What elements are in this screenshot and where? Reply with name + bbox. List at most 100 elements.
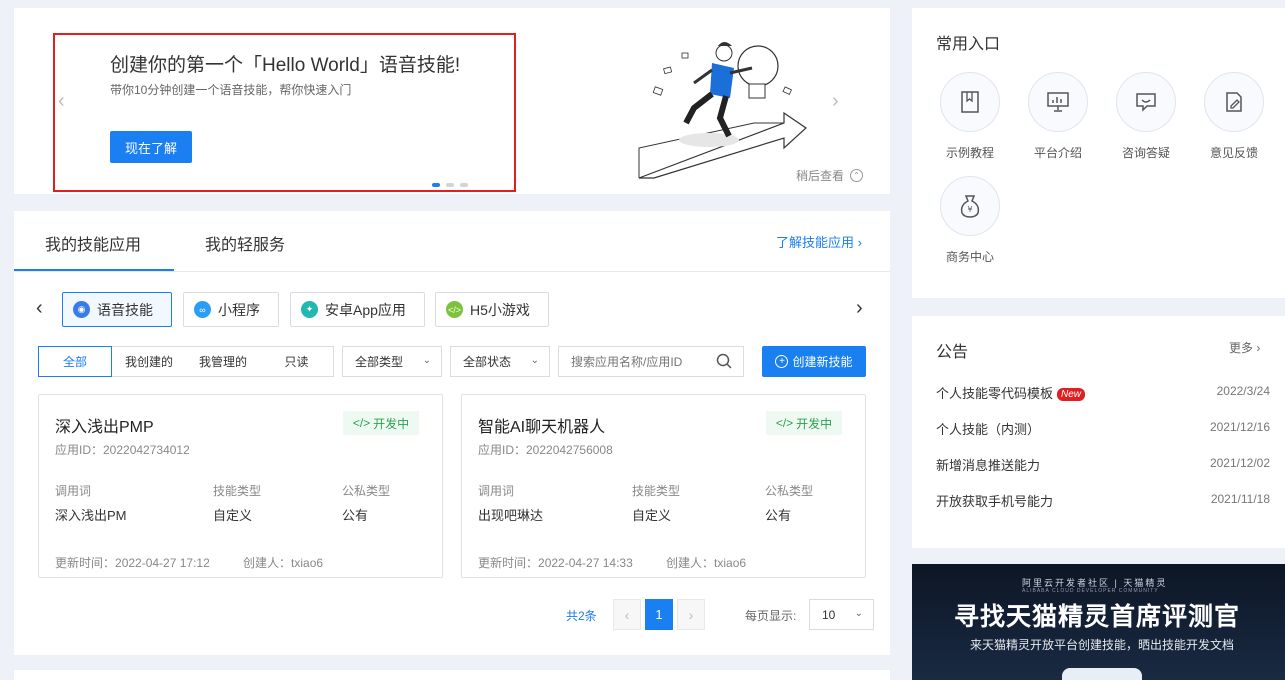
quick-entry-label: 商务中心: [945, 250, 994, 264]
promo-top-subline: ALIBABA CLOUD DEVELOPER COMMUNITY: [1022, 588, 1159, 594]
announcement-date: 2022/3/24: [1216, 384, 1270, 398]
app-name: 深入浅出PMP: [55, 419, 154, 436]
presentation-icon: [1028, 72, 1088, 132]
updated-label: 更新时间：: [478, 556, 539, 570]
status-label: 开发中: [796, 416, 833, 431]
per-page-label: 每页显示:: [745, 609, 797, 623]
updated-value: 2022-04-27 14:33: [538, 556, 633, 570]
tab-bar: 我的技能应用 我的轻服务 了解技能应用 ›: [14, 211, 890, 272]
announcement-item[interactable]: 个人技能（内测） 2021/12/16: [936, 419, 1270, 439]
page-number-current[interactable]: 1: [645, 599, 673, 630]
announcement-item[interactable]: 新增消息推送能力 2021/12/02: [936, 455, 1270, 475]
book-icon: [940, 72, 1000, 132]
carousel-dots[interactable]: [432, 183, 468, 187]
category-android-app[interactable]: ✦ 安卓App应用: [290, 292, 425, 327]
collapse-up-icon: ⌃: [850, 169, 864, 182]
creator-value: txiao6: [714, 556, 747, 570]
banner-subtitle: 带你10分钟创建一个语音技能，帮你快速入门: [110, 83, 352, 97]
tab-my-light-services[interactable]: 我的轻服务: [205, 231, 285, 255]
visibility-value: 公有: [342, 508, 369, 523]
chat-icon: [1116, 72, 1176, 132]
svg-text:¥: ¥: [967, 205, 972, 214]
pagination: 共2条 ‹ 1 › 每页显示: 10 ⌄: [14, 599, 890, 631]
announcement-label: 新增消息推送能力: [936, 458, 1041, 473]
category-mini-program[interactable]: ∞ 小程序: [183, 292, 279, 327]
filter-read-only[interactable]: 只读: [260, 346, 334, 377]
feedback-icon: [1204, 72, 1264, 132]
status-select-value: 全部状态: [463, 355, 512, 369]
quick-entry-qa[interactable]: 咨询答疑: [1115, 72, 1177, 161]
filter-managed-by-me[interactable]: 我管理的: [186, 346, 261, 377]
updated-time: 更新时间：2022-04-27 17:12: [55, 554, 210, 571]
chevron-right-icon: ›: [1253, 341, 1261, 355]
status-label: 开发中: [373, 416, 410, 431]
creator-value: txiao6: [291, 556, 324, 570]
rocket-runner-illustration: [638, 42, 807, 179]
chevron-down-icon: ⌄: [422, 355, 431, 366]
learn-skill-apps-label: 了解技能应用: [776, 235, 855, 250]
quick-entry-feedback[interactable]: 意见反馈: [1203, 72, 1265, 161]
invoke-value: 出现吧琳达: [478, 508, 544, 523]
category-h5-game[interactable]: </> H5小游戏: [435, 292, 549, 327]
category-next-icon[interactable]: ›: [856, 297, 863, 320]
chevron-right-icon: ›: [857, 235, 862, 250]
create-skill-button[interactable]: + 创建新技能: [762, 346, 866, 377]
announcement-label: 个人技能零代码模板: [936, 386, 1054, 401]
updated-value: 2022-04-27 17:12: [115, 556, 210, 570]
view-later-link[interactable]: 稍后查看 ⌃: [796, 167, 864, 184]
active-tab-indicator: [14, 269, 174, 271]
announcement-panel: 公告 更多 › 个人技能零代码模板 New 2022/3/24 个人技能（内测） …: [912, 316, 1285, 548]
next-page-button[interactable]: ›: [677, 599, 705, 630]
announcement-label: 开放获取手机号能力: [936, 494, 1054, 509]
prev-page-button[interactable]: ‹: [613, 599, 641, 630]
filter-all[interactable]: 全部: [38, 346, 112, 377]
search-icon[interactable]: [716, 353, 732, 369]
miniprogram-icon: ∞: [194, 301, 211, 318]
category-prev-icon[interactable]: ‹: [36, 297, 43, 320]
invoke-label: 调用词: [55, 484, 92, 498]
status-badge: </> 开发中: [343, 411, 419, 435]
filter-created-by-me[interactable]: 我创建的: [112, 346, 187, 377]
type-select[interactable]: 全部类型 ⌄: [342, 346, 442, 377]
page-size-select[interactable]: 10 ⌄: [809, 599, 874, 630]
promo-device-graphic: [1062, 668, 1142, 680]
more-link[interactable]: 更多 ›: [1229, 339, 1260, 356]
app-id: 应用ID：2022042734012: [55, 443, 190, 457]
type-select-value: 全部类型: [355, 355, 404, 369]
status-select[interactable]: 全部状态 ⌄: [450, 346, 550, 377]
total-count: 共2条: [566, 609, 597, 623]
android-icon: ✦: [301, 301, 318, 318]
quick-entry-tutorials[interactable]: 示例教程: [939, 72, 1001, 161]
banner-next-icon[interactable]: ›: [832, 90, 839, 113]
banner-title: 创建你的第一个「Hello World」语音技能!: [110, 55, 461, 76]
money-bag-icon: ¥: [940, 176, 1000, 236]
creator-label: 创建人：: [243, 556, 292, 570]
app-card[interactable]: 深入浅出PMP 应用ID：2022042734012 </> 开发中 调用词 技…: [38, 394, 443, 578]
updated-label: 更新时间：: [55, 556, 116, 570]
app-card[interactable]: 智能AI聊天机器人 应用ID：2022042756008 </> 开发中 调用词…: [461, 394, 866, 578]
announcement-item[interactable]: 个人技能零代码模板 New 2022/3/24: [936, 383, 1270, 403]
chevron-down-icon: ⌄: [854, 608, 863, 619]
carousel-dot-3[interactable]: [460, 183, 468, 187]
visibility-label: 公私类型: [765, 484, 814, 498]
announcement-date: 2021/11/18: [1210, 492, 1270, 506]
tab-my-skill-apps[interactable]: 我的技能应用: [45, 231, 141, 255]
quick-entry-business-center[interactable]: ¥ 商务中心: [939, 176, 1001, 265]
invoke-label: 调用词: [478, 484, 515, 498]
announcement-item[interactable]: 开放获取手机号能力 2021/11/18: [936, 491, 1270, 511]
app-id: 应用ID：2022042756008: [478, 443, 613, 457]
quick-entry-platform-intro[interactable]: 平台介绍: [1027, 72, 1089, 161]
announcement-date: 2021/12/02: [1209, 456, 1270, 470]
promo-banner[interactable]: 阿里云开发者社区 | 天猫精灵 ALIBABA CLOUD DEVELOPER …: [912, 564, 1285, 680]
code-icon: </>: [775, 416, 794, 430]
category-voice-skill[interactable]: ◉ 语音技能: [62, 292, 172, 327]
announcement-label: 个人技能（内测）: [936, 422, 1041, 437]
new-badge: New: [1057, 388, 1086, 401]
learn-now-button[interactable]: 现在了解: [110, 131, 192, 163]
carousel-dot-1[interactable]: [432, 183, 440, 187]
banner-prev-icon[interactable]: ‹: [58, 90, 65, 113]
carousel-dot-2[interactable]: [446, 183, 454, 187]
next-panel-edge: [14, 670, 890, 680]
code-icon: </>: [446, 301, 463, 318]
learn-skill-apps-link[interactable]: 了解技能应用 ›: [776, 232, 862, 251]
